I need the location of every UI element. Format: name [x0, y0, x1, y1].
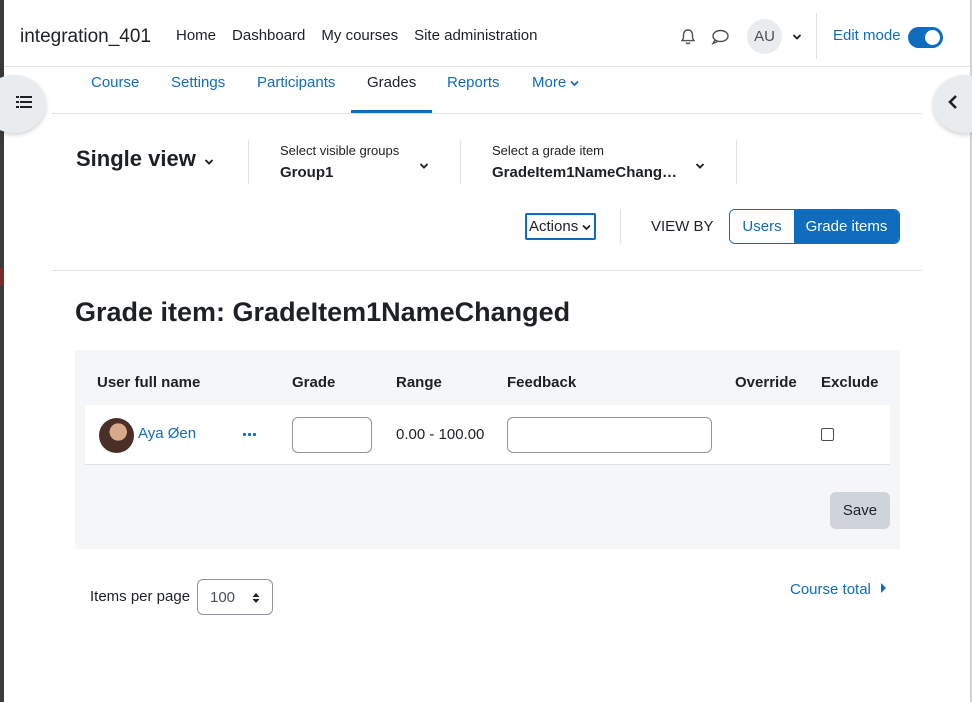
top-navbar: integration_401 Home Dashboard My course…: [4, 0, 970, 67]
actions-select-label: Actions: [529, 218, 579, 235]
items-per-page-select[interactable]: 100: [197, 579, 273, 615]
active-tab-indicator: [351, 110, 432, 113]
tab-participants[interactable]: Participants: [257, 74, 335, 91]
report-selector-label: Single view: [76, 146, 196, 171]
column-header-feedback: Feedback: [507, 374, 577, 391]
edit-mode-toggle[interactable]: [908, 27, 943, 48]
tab-more-label: More: [532, 74, 567, 91]
user-avatar: [99, 418, 134, 453]
column-header-override: Override: [735, 374, 797, 391]
nav-site-administration[interactable]: Site administration: [414, 27, 537, 44]
groups-selector-value: Group1: [280, 164, 334, 181]
grade-item-selector-label: Select a grade item: [492, 143, 605, 158]
report-selector[interactable]: Single view: [76, 146, 214, 172]
column-header-exclude: Exclude: [821, 374, 879, 391]
chevron-down-icon: [792, 28, 802, 46]
divider: [460, 140, 461, 184]
view-by-grade-items-button[interactable]: Grade items: [794, 210, 899, 243]
primary-navigation: Home Dashboard My courses Site administr…: [176, 27, 554, 44]
grade-input[interactable]: [292, 417, 372, 453]
chevron-down-icon: [419, 157, 429, 175]
notifications-bell-icon[interactable]: [676, 25, 700, 49]
course-total-link[interactable]: Course total: [790, 581, 887, 598]
items-per-page-value: 100: [210, 588, 236, 606]
edit-mode-label: Edit mode: [833, 27, 901, 44]
table-row: [85, 405, 890, 465]
list-icon: [16, 95, 32, 114]
divider: [248, 140, 249, 184]
tab-grades[interactable]: Grades: [367, 74, 416, 91]
column-header-user: User full name: [97, 374, 201, 391]
column-header-grade: Grade: [292, 374, 336, 391]
feedback-input[interactable]: [507, 417, 712, 453]
nav-icons: [676, 25, 732, 49]
secondary-navigation: Course Settings Participants Grades Repo…: [52, 67, 922, 114]
divider: [736, 140, 737, 184]
chevron-down-icon: [582, 218, 591, 235]
user-menu[interactable]: AU: [747, 19, 802, 54]
page-title: Grade item: GradeItem1NameChanged: [75, 297, 571, 327]
divider: [620, 209, 621, 244]
view-by-users-button[interactable]: Users: [730, 210, 794, 243]
grade-item-selector-value: GradeItem1NameChang…: [492, 164, 678, 181]
course-index-drawer-button[interactable]: [0, 75, 46, 133]
tab-reports[interactable]: Reports: [447, 74, 500, 91]
tab-more[interactable]: More: [532, 74, 579, 91]
course-total-label: Course total: [790, 581, 871, 598]
actions-select[interactable]: Actions: [525, 213, 596, 240]
chevron-down-icon: [570, 74, 579, 91]
sort-updown-icon: [252, 591, 260, 608]
block-drawer-button[interactable]: [933, 75, 972, 133]
chevron-down-icon: [695, 157, 705, 175]
save-button[interactable]: Save: [830, 492, 890, 529]
more-actions-icon[interactable]: [243, 433, 256, 436]
nav-dashboard[interactable]: Dashboard: [232, 27, 305, 44]
grade-range: 0.00 - 100.00: [396, 426, 485, 443]
nav-my-courses[interactable]: My courses: [321, 27, 398, 44]
chevron-down-icon: [204, 146, 214, 172]
divider: [816, 13, 817, 59]
view-by-toggle: Users Grade items: [729, 209, 900, 244]
messages-chat-icon[interactable]: [708, 25, 732, 49]
items-per-page-label: Items per page: [90, 588, 191, 605]
exclude-checkbox[interactable]: [821, 428, 834, 441]
avatar: AU: [747, 19, 782, 54]
divider: [52, 270, 922, 271]
chevron-left-icon: [947, 94, 959, 115]
nav-home[interactable]: Home: [176, 27, 216, 44]
tab-settings[interactable]: Settings: [171, 74, 225, 91]
user-name-link[interactable]: Aya Øen: [138, 425, 196, 442]
view-by-label: VIEW BY: [651, 218, 714, 235]
column-header-range: Range: [396, 374, 442, 391]
groups-selector-label: Select visible groups: [280, 143, 400, 158]
tab-course[interactable]: Course: [91, 74, 139, 91]
site-brand[interactable]: integration_401: [20, 26, 151, 48]
caret-right-icon: [880, 581, 887, 598]
